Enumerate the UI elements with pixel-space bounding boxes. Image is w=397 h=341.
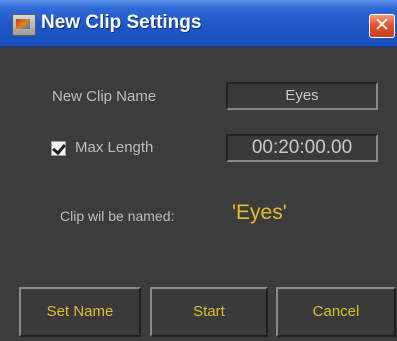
max-length-label: Max Length xyxy=(75,139,154,156)
window-title: New Clip Settings xyxy=(41,12,202,33)
dialog-content: New Clip Name Eyes Max Length 00:20:00.0… xyxy=(0,47,397,341)
close-icon[interactable]: ✕ xyxy=(369,14,395,38)
title-bar[interactable]: New Clip Settings ✕ xyxy=(0,0,397,47)
java-app-icon xyxy=(12,14,36,36)
new-clip-settings-dialog: New Clip Settings ✕ New Clip Name Eyes M… xyxy=(0,0,397,341)
named-preview-value: 'Eyes' xyxy=(232,201,287,224)
cancel-button[interactable]: Cancel xyxy=(276,287,396,337)
set-name-button[interactable]: Set Name xyxy=(19,287,141,337)
max-length-checkbox[interactable] xyxy=(51,141,66,156)
named-preview-label: Clip wil be named: xyxy=(60,208,175,224)
clip-name-label: New Clip Name xyxy=(52,88,157,105)
max-length-field[interactable]: 00:20:00.00 xyxy=(226,134,378,162)
clip-name-field[interactable]: Eyes xyxy=(226,82,378,110)
start-button[interactable]: Start xyxy=(150,287,268,337)
